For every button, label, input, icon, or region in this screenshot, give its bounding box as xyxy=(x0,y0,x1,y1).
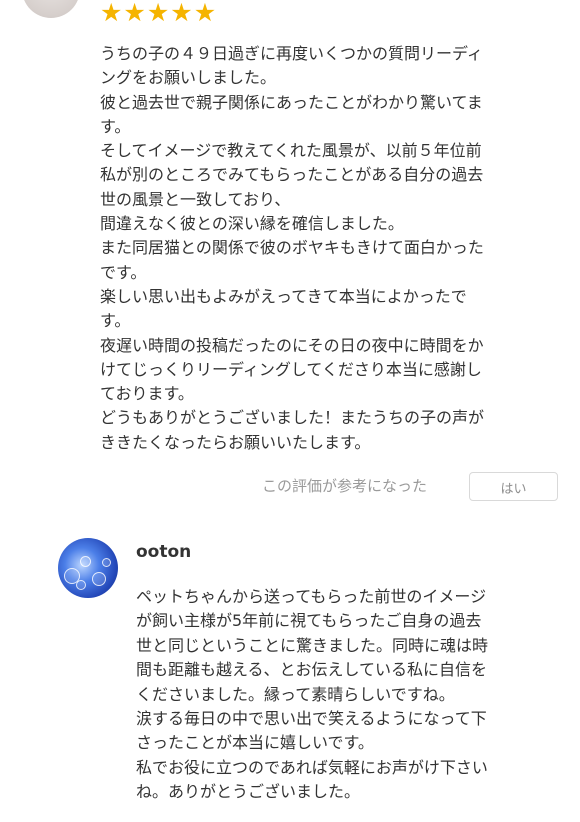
review-line: 間違えなく彼との深い縁を確信しました。 xyxy=(100,214,404,234)
helpful-yes-button[interactable]: はい xyxy=(469,472,558,501)
review-line: どうもありがとうございました！またうちの子の声が xyxy=(100,408,485,428)
review-line: また同居猫との関係で彼のボヤキもきけて面白かった xyxy=(100,238,484,258)
reply-line: くださいました。縁って素晴らしいですね。 xyxy=(136,684,455,704)
review-line: うちの子の４９日過ぎに再度いくつかの質問リーディ xyxy=(100,44,483,63)
rating-stars: ★ ★ ★ ★ ★ xyxy=(100,0,216,26)
review-line: 夜遅い時間の投稿だったのにその日の夜中に時間をか xyxy=(100,335,484,355)
review-line: す。 xyxy=(100,311,131,331)
reply-line: が飼い主様が5年前に視てもらったご自身の過去 xyxy=(136,611,482,631)
review-line: 楽しい思い出もよみがえってきて本当によかったで xyxy=(100,286,467,306)
reply-line: 私でお役に立つのであれば気軽にお声がけ下さい xyxy=(136,757,488,777)
star-icon: ★ xyxy=(123,0,146,27)
review-line: す。 xyxy=(100,116,131,136)
replier-avatar xyxy=(58,538,118,598)
review-text: うちの子の４９日過ぎに再度いくつかの質問リーディ ングをお願いしました。 彼と過… xyxy=(100,42,560,455)
reply-line: 間も距離も越える、とお伝えしている私に自信を xyxy=(136,660,488,680)
review-line: けてじっくりリーディングしてくださり本当に感謝し xyxy=(100,359,482,379)
review-line: 世の風景と一致しており、 xyxy=(100,189,291,209)
reply-line: さったことが本当に嬉しいです。 xyxy=(136,733,374,753)
star-icon: ★ xyxy=(146,0,170,27)
review-line: そしてイメージで教えてくれた風景が、以前５年位前 xyxy=(100,141,482,161)
review-line: です。 xyxy=(100,262,147,282)
review-line: ングをお願いしました。 xyxy=(100,68,277,88)
reply-text: ペットちゃんから送ってもらった前世のイメージ が飼い主様が5年前に視てもらったご… xyxy=(136,585,562,805)
star-icon: ★ xyxy=(193,0,217,27)
reply-line: 世と同じということに驚きました。同時に魂は時 xyxy=(136,635,489,655)
reply-line: 涙する毎日の中で思い出で笑えるようになって下 xyxy=(136,709,487,729)
star-icon: ★ xyxy=(100,0,123,27)
reviewer-avatar xyxy=(22,0,80,18)
helpful-prompt: この評価が参考になった xyxy=(262,477,428,495)
reply-line: ね。ありがとうございました。 xyxy=(136,782,361,802)
review-line: ております。 xyxy=(100,384,194,404)
review-line: 彼と過去世で親子関係にあったことがわかり驚いてま xyxy=(100,92,483,112)
review-line: ききたくなったらお願いいたします。 xyxy=(100,432,371,452)
review-line: 私が別のところでみてもらったことがある自分の過去 xyxy=(100,165,484,185)
star-icon: ★ xyxy=(170,0,193,27)
reply-line: ペットちゃんから送ってもらった前世のイメージ xyxy=(136,587,487,606)
replier-name: ooton xyxy=(136,542,192,562)
